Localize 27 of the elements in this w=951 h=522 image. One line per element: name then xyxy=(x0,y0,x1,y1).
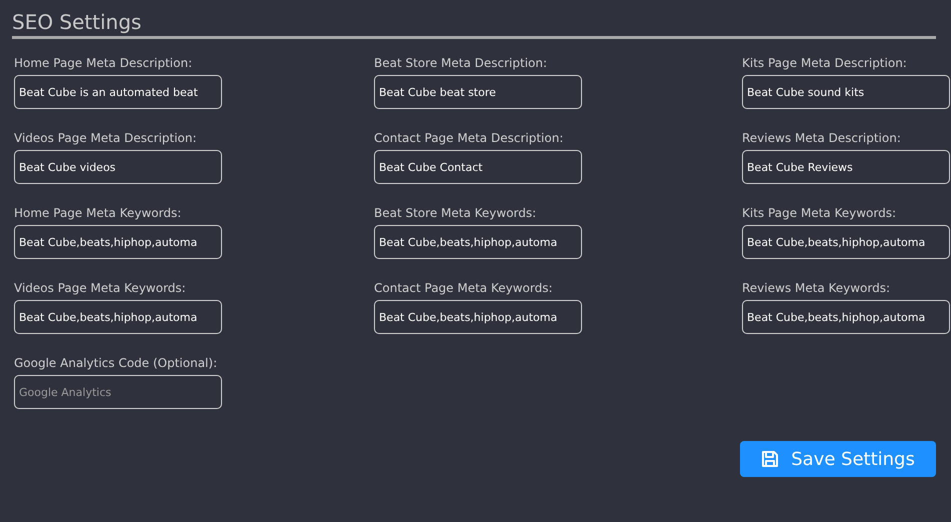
input-field[interactable]: Beat Cube is an automated beat xyxy=(14,75,222,109)
field-label: Google Analytics Code (Optional): xyxy=(14,356,218,370)
field-label: Contact Page Meta Keywords: xyxy=(374,281,554,295)
field-label: Videos Page Meta Description: xyxy=(14,131,198,145)
input-field[interactable]: Beat Cube,beats,hiphop,automa xyxy=(742,225,950,259)
field-label: Home Page Meta Keywords: xyxy=(14,206,182,220)
input-field[interactable]: Beat Cube videos xyxy=(14,150,222,184)
field-label: Contact Page Meta Description: xyxy=(374,131,564,145)
field-label: Kits Page Meta Keywords: xyxy=(742,206,897,220)
field-label: Videos Page Meta Keywords: xyxy=(14,281,187,295)
input-field[interactable]: Beat Cube,beats,hiphop,automa xyxy=(374,225,582,259)
input-field[interactable]: Beat Cube Contact xyxy=(374,150,582,184)
input-field[interactable]: Beat Cube,beats,hiphop,automa xyxy=(742,300,950,334)
input-field[interactable]: Beat Cube,beats,hiphop,automa xyxy=(374,300,582,334)
section-title: SEO Settings xyxy=(12,10,936,39)
field-label: Home Page Meta Description: xyxy=(14,56,194,70)
input-field[interactable]: Beat Cube,beats,hiphop,automa xyxy=(14,300,222,334)
input-field[interactable]: Google Analytics xyxy=(14,375,222,409)
field-label: Reviews Meta Description: xyxy=(742,131,902,145)
field-label: Beat Store Meta Description: xyxy=(374,56,548,70)
input-field[interactable]: Beat Cube Reviews xyxy=(742,150,950,184)
field-label: Reviews Meta Keywords: xyxy=(742,281,892,295)
input-field[interactable]: Beat Cube sound kits xyxy=(742,75,950,109)
input-field[interactable]: Beat Cube,beats,hiphop,automa xyxy=(14,225,222,259)
field-label: Beat Store Meta Keywords: xyxy=(374,206,538,220)
field-label: Kits Page Meta Description: xyxy=(742,56,908,70)
input-field[interactable]: Beat Cube beat store xyxy=(374,75,582,109)
